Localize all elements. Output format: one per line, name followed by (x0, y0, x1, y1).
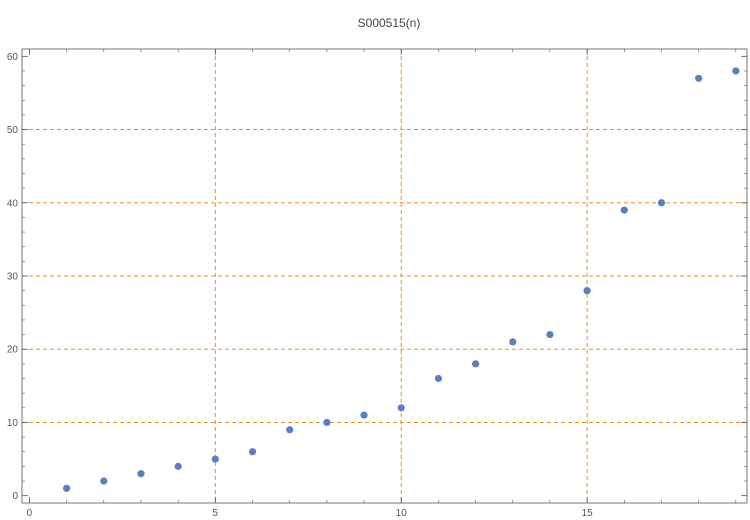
data-point (732, 67, 740, 75)
x-tick-label: 5 (213, 508, 219, 519)
x-tick-label: 15 (582, 508, 594, 519)
x-tick-label: 10 (396, 508, 408, 519)
data-point (174, 462, 182, 470)
data-point (620, 206, 628, 214)
y-tick-label: 0 (12, 491, 18, 502)
data-point (286, 426, 294, 434)
x-tick-label: 0 (27, 508, 33, 519)
data-point (360, 411, 368, 419)
data-point (583, 287, 591, 295)
data-point (248, 448, 257, 456)
data-point (397, 404, 405, 412)
data-point (695, 74, 703, 82)
data-point (434, 374, 443, 383)
data-point (657, 199, 666, 207)
data-point (211, 455, 219, 463)
chart-container: S000515(n) 0 5 10 15 0 10 20 30 40 50 60 (0, 0, 750, 520)
data-point (509, 338, 517, 346)
ticks: 0 5 10 15 0 10 20 30 40 50 60 (7, 49, 747, 519)
y-tick-label: 50 (7, 125, 19, 136)
data-point (546, 330, 554, 339)
grid-lines (22, 49, 747, 503)
y-tick-label: 40 (7, 198, 19, 209)
data-point (137, 470, 145, 478)
data-point (100, 477, 108, 485)
y-tick-label: 10 (7, 418, 19, 429)
data-point (471, 360, 480, 368)
y-tick-label: 60 (7, 52, 19, 63)
chart-title: S000515(n) (358, 16, 421, 30)
scatter-chart: S000515(n) 0 5 10 15 0 10 20 30 40 50 60 (7, 16, 748, 519)
y-tick-label: 20 (7, 345, 19, 356)
data-point (63, 484, 71, 492)
data-point (323, 418, 331, 427)
y-tick-label: 30 (7, 272, 19, 283)
